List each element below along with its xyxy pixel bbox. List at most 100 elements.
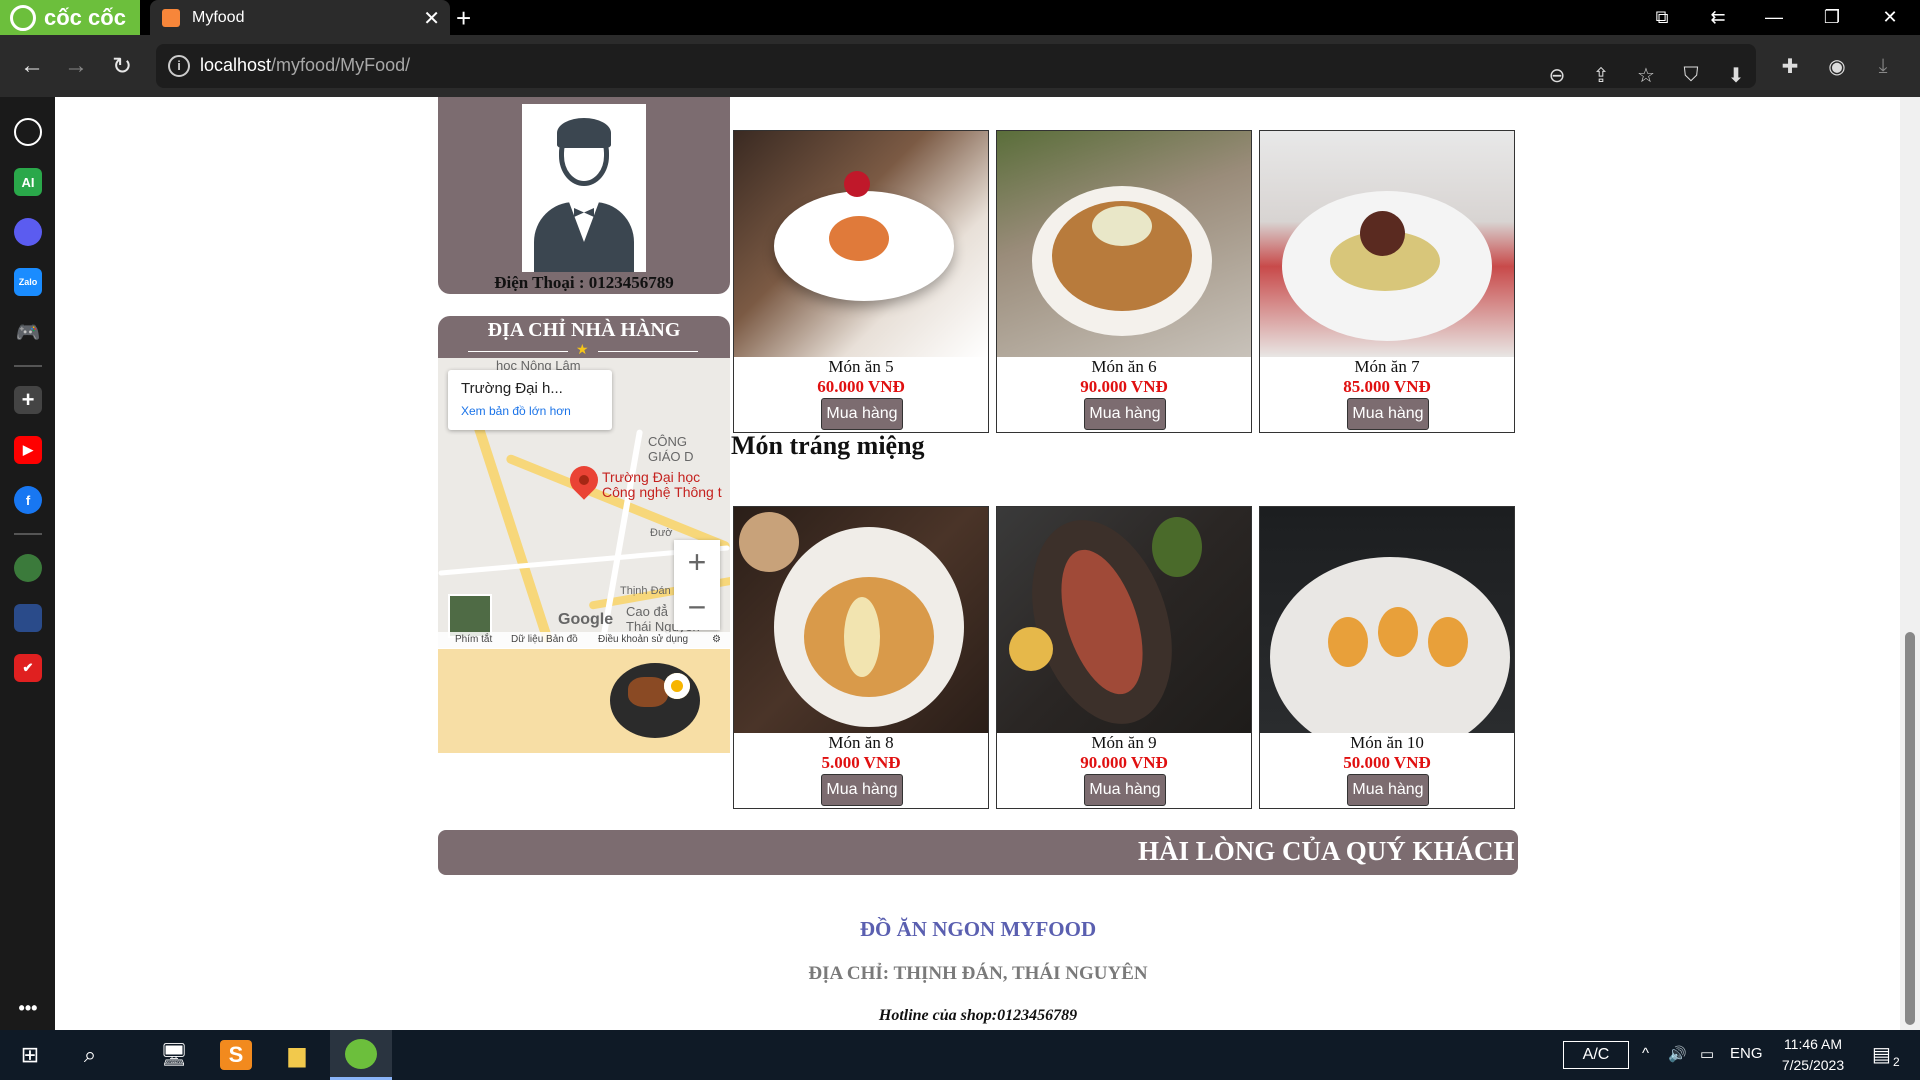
product-price: 85.000 VNĐ [1343, 377, 1431, 396]
browser-tabbar: cốc cốc Myfood ✕ + ⧉ ⇇ — ❐ ✕ [0, 0, 1920, 35]
product-image[interactable] [997, 507, 1251, 733]
close-window-button[interactable]: ✕ [1862, 0, 1918, 35]
game-app-icon[interactable] [14, 554, 42, 582]
map-data-link[interactable]: Dữ liệu Bản đồ [511, 634, 578, 645]
messenger-icon[interactable] [14, 218, 42, 246]
clock-time: 11:46 AM [1783, 1036, 1843, 1052]
shield-icon[interactable]: ⛉ [1674, 58, 1708, 92]
browser-navbar: ← → ↻ i localhost/myfood/MyFood/ ⊖ ⇪ ☆ ⛉… [0, 35, 1920, 97]
marquee-text: HÀI LÒNG CỦA QUÝ KHÁCH L [1138, 836, 1518, 866]
coccoc-taskbar-button[interactable] [330, 1030, 392, 1080]
site-info-icon[interactable]: i [168, 55, 190, 77]
map-shortcuts-link[interactable]: Phím tắt [455, 634, 492, 645]
product-price: 90.000 VNĐ [1080, 377, 1168, 396]
search-icon[interactable]: ⌕ [74, 1040, 106, 1070]
map-info-card: Trường Đại h... Xem bản đồ lớn hơn [448, 370, 612, 430]
bookmark-star-icon[interactable]: ☆ [1629, 58, 1663, 92]
sublime-text-icon[interactable]: S [220, 1040, 252, 1070]
history-icon[interactable] [14, 118, 42, 146]
star-icon: ★ [576, 341, 589, 357]
screenshot-icon[interactable]: ⧉ [1634, 0, 1690, 35]
buy-button[interactable]: Mua hàng [821, 398, 903, 430]
tab-myfood[interactable]: Myfood ✕ [150, 0, 450, 35]
map-zoom-out-button[interactable]: − [674, 585, 720, 630]
google-map[interactable]: học Nông Lâm Trường Đại h... Xem bản đồ … [438, 358, 730, 648]
ac-indicator[interactable]: A/C [1563, 1041, 1629, 1069]
map-settings-icon[interactable]: ⚙ [712, 634, 721, 645]
games-icon[interactable]: 🎮 [14, 318, 42, 346]
forward-button[interactable]: → [58, 48, 94, 84]
footer-address: ĐỊA CHỈ: THỊNH ĐÁN, THÁI NGUYÊN [808, 963, 1148, 984]
product-image[interactable] [997, 131, 1251, 357]
contact-panel: Điện Thoại : 0123456789 [438, 97, 730, 294]
address-title: ĐỊA CHỈ NHÀ HÀNG [487, 319, 681, 341]
contact-phone: Điện Thoại : 0123456789 [494, 273, 674, 292]
file-explorer-icon[interactable]: ▆ [281, 1040, 313, 1070]
title-divider [468, 351, 568, 352]
address-bar[interactable]: i localhost/myfood/MyFood/ ⊖ ⇪ ☆ ⛉ ⬇ [156, 44, 1756, 88]
avatar-game-icon[interactable] [14, 604, 42, 632]
product-image[interactable] [1260, 131, 1514, 357]
product-image[interactable] [734, 507, 988, 733]
windows-taskbar: ⊞ ⌕ 🖥 S ▆ A/C ^ 🔊 ▭ ENG 11:46 AM 7/25/20… [0, 1030, 1920, 1080]
zalo-icon[interactable]: Zalo [14, 268, 42, 296]
xampp-favicon-icon [162, 8, 180, 27]
title-divider [598, 351, 698, 352]
facebook-icon[interactable]: f [14, 486, 42, 514]
extensions-icon[interactable]: ✚ [1773, 49, 1807, 83]
product-name: Món ăn 6 [1091, 357, 1157, 376]
battery-icon[interactable]: ▭ [1700, 1045, 1714, 1063]
product-image[interactable] [734, 131, 988, 357]
back-button[interactable]: ← [14, 48, 50, 84]
downloads-icon[interactable]: ⤓ [1866, 49, 1900, 83]
remote-desktop-icon[interactable]: 🖥 [158, 1040, 190, 1070]
buy-button[interactable]: Mua hàng [1347, 398, 1429, 430]
scrollbar-thumb[interactable] [1905, 632, 1915, 1025]
buy-button[interactable]: Mua hàng [1084, 398, 1166, 430]
page-scrollbar[interactable] [1900, 97, 1920, 1030]
product-price: 90.000 VNĐ [1080, 753, 1168, 772]
volume-icon[interactable]: 🔊 [1668, 1045, 1687, 1063]
url-text[interactable]: localhost/myfood/MyFood/ [200, 55, 410, 76]
product-card: Món ăn 10 50.000 VNĐ Mua hàng [1259, 506, 1515, 809]
new-tab-button[interactable]: + [456, 3, 471, 34]
minimize-button[interactable]: — [1746, 0, 1802, 35]
profile-icon[interactable]: ◉ [1820, 49, 1854, 83]
add-sidebar-app-icon[interactable]: + [14, 386, 42, 414]
notification-count: 2 [1893, 1055, 1900, 1069]
notification-center-icon[interactable]: ▤ [1872, 1042, 1891, 1067]
map-zoom-in-button[interactable]: + [674, 540, 720, 585]
coccoc-icon [345, 1039, 377, 1069]
product-name: Món ăn 5 [828, 357, 894, 376]
ai-chat-icon[interactable]: AI [14, 168, 42, 196]
windows-start-icon[interactable]: ⊞ [14, 1040, 46, 1070]
product-price: 50.000 VNĐ [1343, 753, 1431, 772]
todo-app-icon[interactable]: ✔ [14, 654, 42, 682]
buy-button[interactable]: Mua hàng [1347, 774, 1429, 806]
language-indicator[interactable]: ENG [1730, 1045, 1763, 1062]
coccoc-menu-button[interactable]: cốc cốc [0, 0, 140, 35]
product-price: 5.000 VNĐ [821, 753, 901, 772]
product-name: Món ăn 7 [1354, 357, 1420, 376]
product-image[interactable] [1260, 507, 1514, 733]
product-card: Món ăn 7 85.000 VNĐ Mua hàng [1259, 130, 1515, 433]
reload-button[interactable]: ↻ [104, 48, 140, 84]
youtube-icon[interactable]: ▶ [14, 436, 42, 464]
steak-plate-image [610, 663, 700, 738]
taskbar-clock[interactable]: 11:46 AM 7/25/2023 [1770, 1034, 1856, 1076]
close-tab-icon[interactable]: ✕ [423, 6, 440, 31]
map-terms-link[interactable]: Điều khoản sử dụng [598, 634, 688, 645]
map-card-title: Trường Đại h... [461, 380, 563, 397]
tab-search-icon[interactable]: ⇇ [1690, 0, 1746, 35]
zoom-out-icon[interactable]: ⊖ [1540, 58, 1574, 92]
product-name: Món ăn 9 [1091, 733, 1157, 752]
show-hidden-icons-icon[interactable]: ^ [1642, 1045, 1649, 1062]
savior-download-icon[interactable]: ⬇ [1719, 58, 1753, 92]
restore-button[interactable]: ❐ [1804, 0, 1860, 35]
buy-button[interactable]: Mua hàng [821, 774, 903, 806]
map-place-label: CÔNG GIÁO D [648, 434, 694, 464]
share-icon[interactable]: ⇪ [1584, 58, 1618, 92]
buy-button[interactable]: Mua hàng [1084, 774, 1166, 806]
view-larger-map-link[interactable]: Xem bản đồ lớn hơn [461, 404, 571, 418]
more-icon[interactable]: ••• [14, 994, 42, 1022]
